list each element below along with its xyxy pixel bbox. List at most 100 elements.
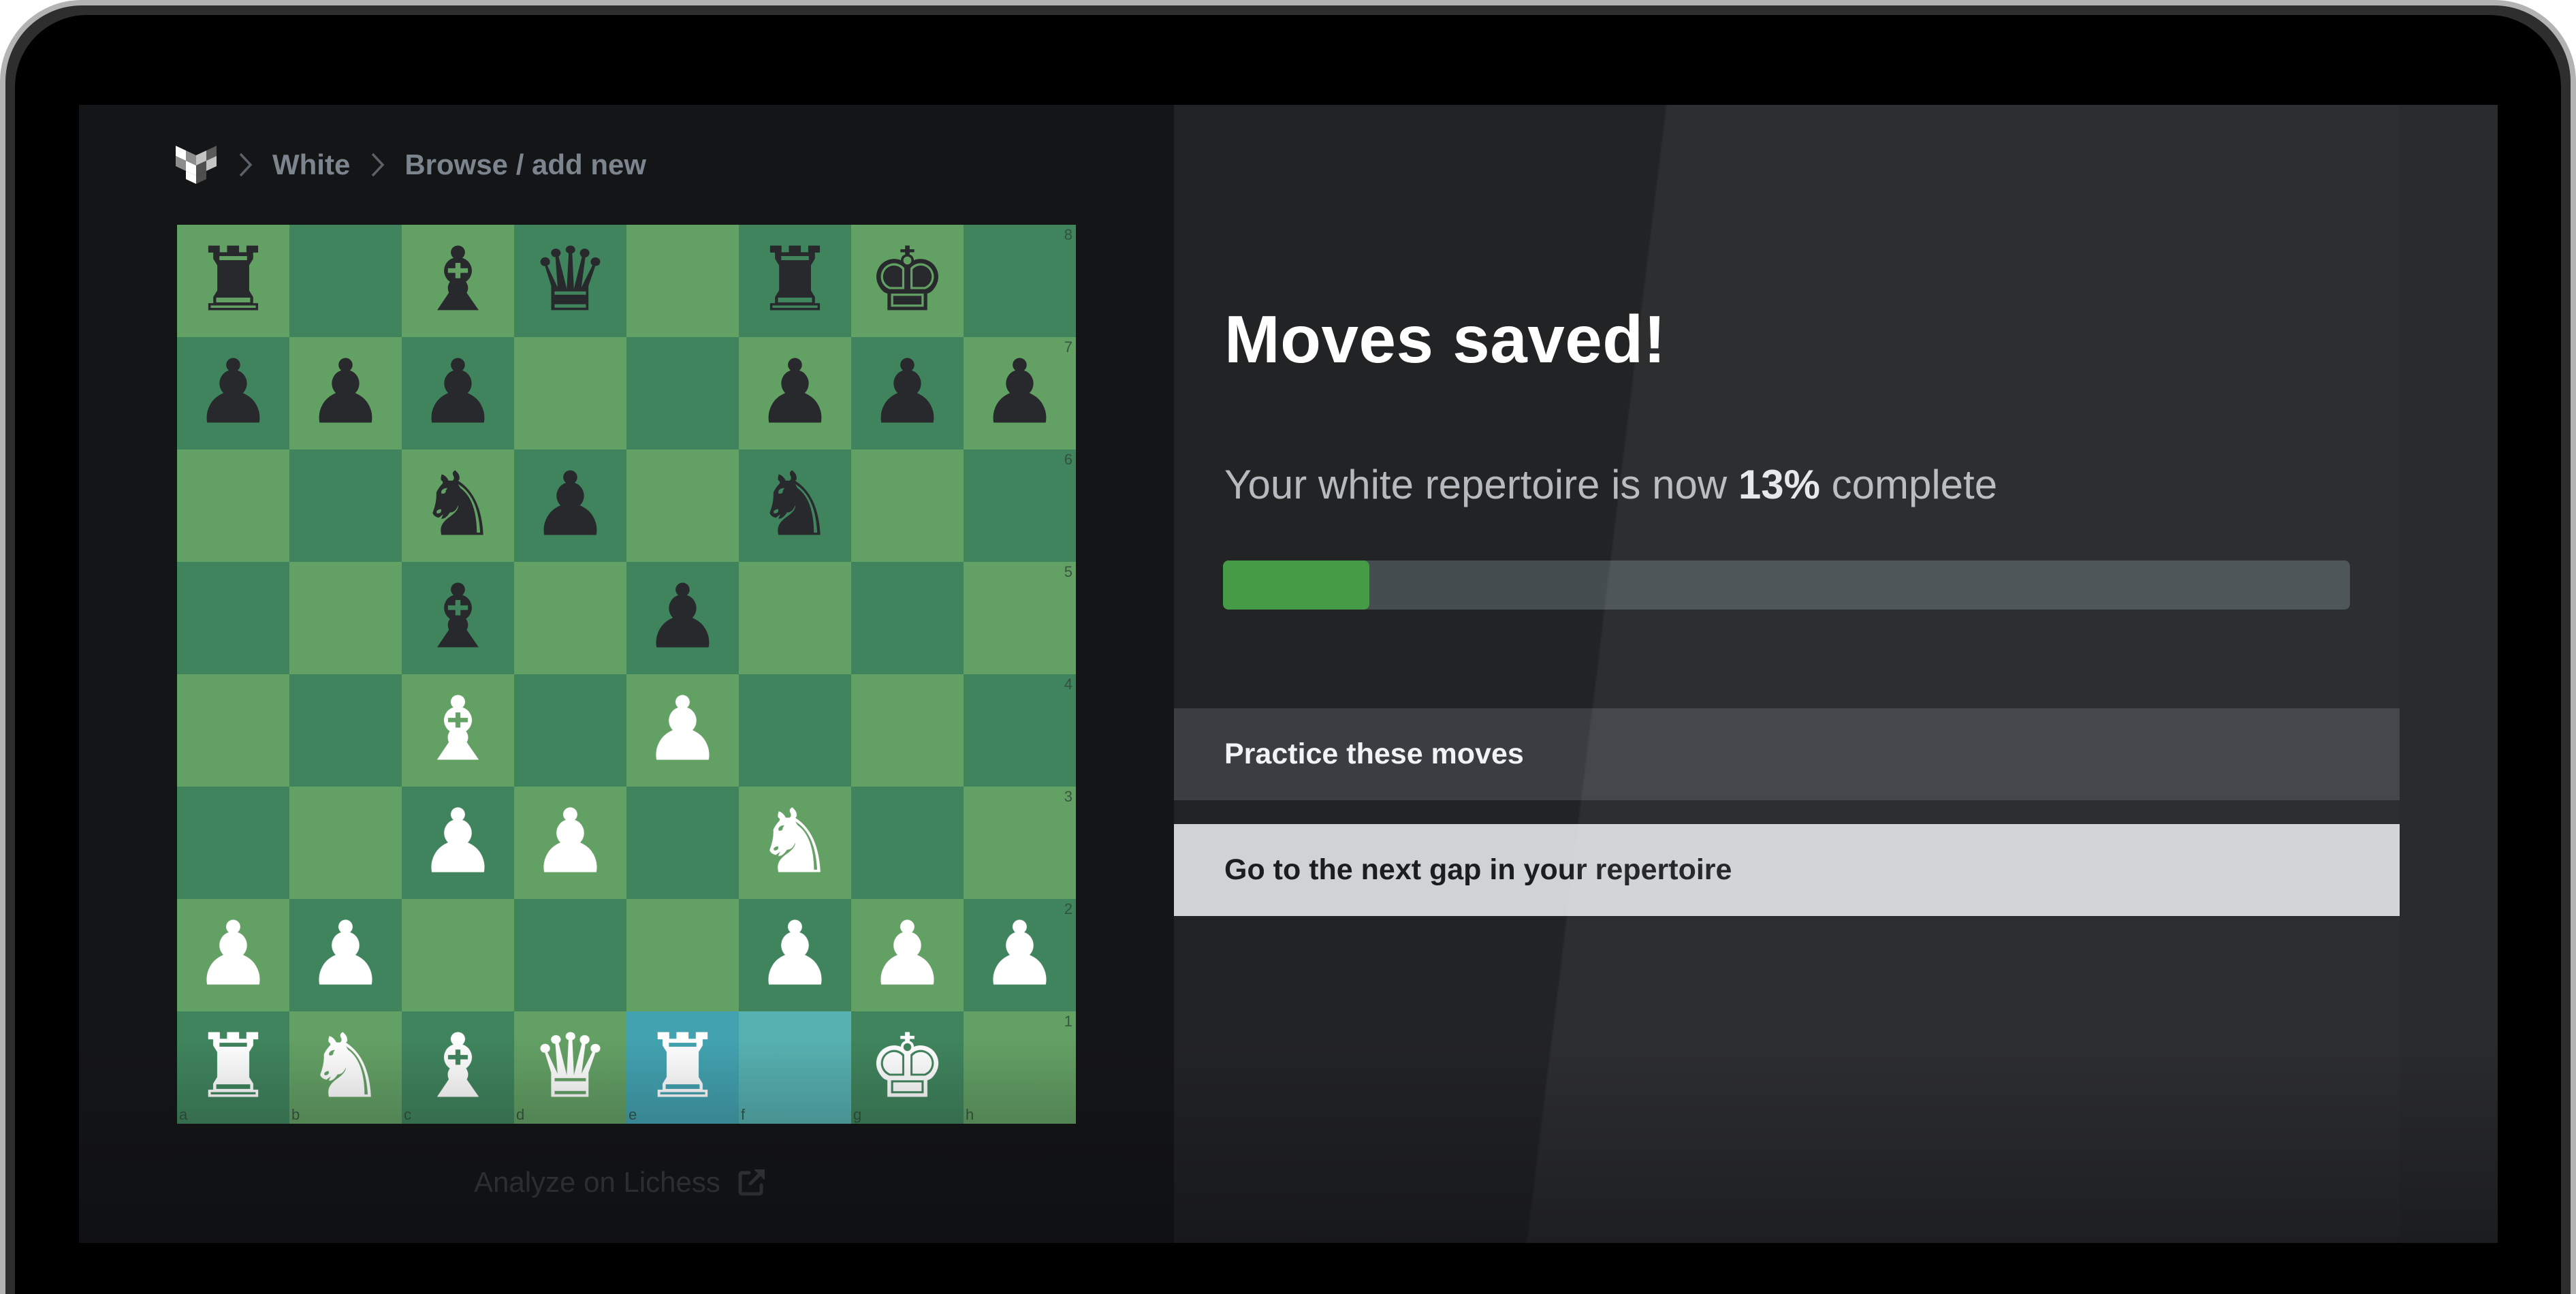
square-c2[interactable] [402,899,514,1011]
square-b7[interactable]: ♟ [289,337,402,449]
black-king-icon[interactable]: ♚ [868,235,947,324]
square-c4[interactable]: ♝ [402,674,514,787]
white-pawn-icon[interactable]: ♟ [306,909,385,998]
square-g7[interactable]: ♟ [851,337,964,449]
square-f4[interactable] [739,674,851,787]
white-pawn-icon[interactable]: ♟ [755,909,835,998]
square-b2[interactable]: ♟ [289,899,402,1011]
white-pawn-icon[interactable]: ♟ [980,909,1060,998]
black-pawn-icon[interactable]: ♟ [868,347,947,436]
square-h6[interactable]: 6 [964,449,1076,562]
black-pawn-icon[interactable]: ♟ [755,347,835,436]
practice-moves-button[interactable]: Practice these moves [1174,708,2400,800]
square-c7[interactable]: ♟ [402,337,514,449]
white-knight-icon[interactable]: ♞ [755,797,835,885]
square-c8[interactable]: ♝ [402,225,514,337]
square-e7[interactable] [626,337,739,449]
square-d7[interactable] [514,337,626,449]
square-d4[interactable] [514,674,626,787]
square-c3[interactable]: ♟ [402,787,514,899]
square-f5[interactable] [739,562,851,674]
breadcrumb-item-white[interactable]: White [272,148,350,181]
square-h3[interactable]: 3 [964,787,1076,899]
square-e3[interactable] [626,787,739,899]
square-e2[interactable] [626,899,739,1011]
square-g8[interactable]: ♚ [851,225,964,337]
white-bishop-icon[interactable]: ♝ [418,684,498,773]
analyze-on-lichess-link[interactable]: Analyze on Lichess [474,1162,767,1203]
square-d2[interactable] [514,899,626,1011]
square-h4[interactable]: 4 [964,674,1076,787]
square-b4[interactable] [289,674,402,787]
square-d3[interactable]: ♟ [514,787,626,899]
black-bishop-icon[interactable]: ♝ [418,235,498,324]
black-pawn-icon[interactable]: ♟ [980,347,1060,436]
white-pawn-icon[interactable]: ♟ [530,797,610,885]
square-a6[interactable] [177,449,289,562]
square-c5[interactable]: ♝ [402,562,514,674]
breadcrumb-item-browse[interactable]: Browse / add new [404,148,646,181]
square-g6[interactable] [851,449,964,562]
square-a3[interactable] [177,787,289,899]
square-a8[interactable]: ♜ [177,225,289,337]
square-b5[interactable] [289,562,402,674]
square-e5[interactable]: ♟ [626,562,739,674]
white-pawn-icon[interactable]: ♟ [193,909,273,998]
square-b3[interactable] [289,787,402,899]
black-pawn-icon[interactable]: ♟ [418,347,498,436]
square-f7[interactable]: ♟ [739,337,851,449]
next-gap-button[interactable]: Go to the next gap in your repertoire [1174,824,2400,916]
white-bishop-icon[interactable]: ♝ [418,1022,498,1110]
square-d5[interactable] [514,562,626,674]
square-h1[interactable]: 1h [964,1011,1076,1124]
square-h8[interactable]: 8 [964,225,1076,337]
white-rook-icon[interactable]: ♜ [643,1022,722,1110]
black-rook-icon[interactable]: ♜ [193,235,273,324]
white-king-icon[interactable]: ♚ [868,1022,947,1110]
white-rook-icon[interactable]: ♜ [193,1022,273,1110]
black-queen-icon[interactable]: ♛ [530,235,610,324]
square-e8[interactable] [626,225,739,337]
square-a1[interactable]: a ♜ [177,1011,289,1124]
black-pawn-icon[interactable]: ♟ [530,460,610,548]
square-a2[interactable]: ♟ [177,899,289,1011]
square-e4[interactable]: ♟ [626,674,739,787]
square-c6[interactable]: ♞ [402,449,514,562]
square-f1[interactable]: f [739,1011,851,1124]
black-pawn-icon[interactable]: ♟ [306,347,385,436]
square-d6[interactable]: ♟ [514,449,626,562]
square-g1[interactable]: g ♚ [851,1011,964,1124]
square-a4[interactable] [177,674,289,787]
square-h5[interactable]: 5 [964,562,1076,674]
square-g2[interactable]: ♟ [851,899,964,1011]
chess-board[interactable]: ♜ ♝ ♛ ♜ ♚ 8 ♟ ♟ ♟ ♟ ♟ 7 ♟ ♞ ♟ ♞ 6 ♝ ♟ 5 ♝ ♟ 4 ♟ ♟ ♞ 3 ♟ ♟ ♟ ♟ 2 ♟ a ♜ b ♞ c ♝ d… [177,225,1076,1124]
square-a5[interactable] [177,562,289,674]
square-e6[interactable] [626,449,739,562]
square-a7[interactable]: ♟ [177,337,289,449]
square-b8[interactable] [289,225,402,337]
square-f3[interactable]: ♞ [739,787,851,899]
white-knight-icon[interactable]: ♞ [306,1022,385,1110]
square-d1[interactable]: d ♛ [514,1011,626,1124]
black-knight-icon[interactable]: ♞ [755,460,835,548]
square-c1[interactable]: c ♝ [402,1011,514,1124]
square-g4[interactable] [851,674,964,787]
square-f6[interactable]: ♞ [739,449,851,562]
white-pawn-icon[interactable]: ♟ [418,797,498,885]
square-b6[interactable] [289,449,402,562]
white-queen-icon[interactable]: ♛ [530,1022,610,1110]
square-d8[interactable]: ♛ [514,225,626,337]
square-f8[interactable]: ♜ [739,225,851,337]
black-rook-icon[interactable]: ♜ [755,235,835,324]
square-f2[interactable]: ♟ [739,899,851,1011]
square-h7[interactable]: 7 ♟ [964,337,1076,449]
white-pawn-icon[interactable]: ♟ [643,684,722,773]
square-e1[interactable]: e ♜ [626,1011,739,1124]
chessbook-logo-icon[interactable] [176,146,217,184]
square-g5[interactable] [851,562,964,674]
square-h2[interactable]: 2 ♟ [964,899,1076,1011]
square-g3[interactable] [851,787,964,899]
square-b1[interactable]: b ♞ [289,1011,402,1124]
black-pawn-icon[interactable]: ♟ [643,572,722,661]
black-knight-icon[interactable]: ♞ [418,460,498,548]
